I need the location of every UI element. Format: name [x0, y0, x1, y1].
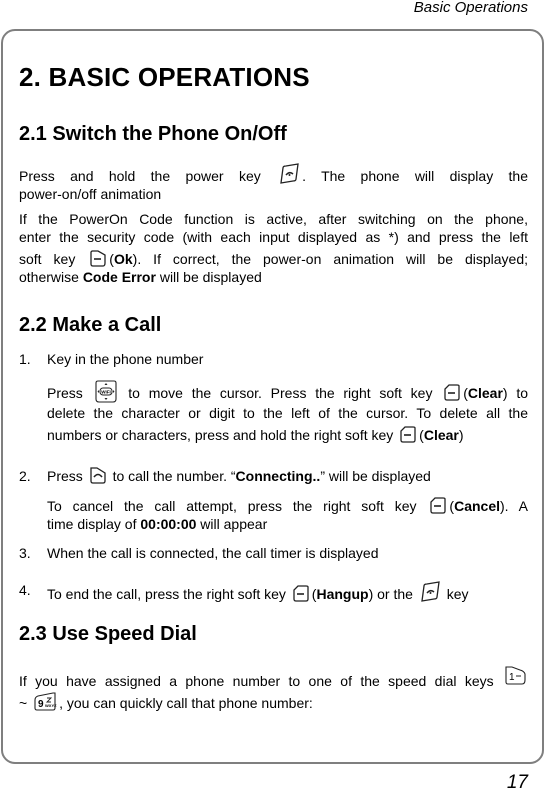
send-call-key-icon	[89, 467, 107, 485]
section-heading-2-2: 2.2 Make a Call	[19, 314, 162, 336]
section-2-1-paragraph-1: Press and hold the power key . The phone…	[19, 163, 528, 203]
text-line: If you have assigned a phone number to o…	[19, 666, 528, 690]
svg-text:1: 1	[509, 672, 515, 683]
right-soft-key-icon	[399, 426, 417, 444]
text-line: soft key (Ok). If correct, the power-on …	[19, 250, 528, 268]
left-soft-key-icon	[89, 250, 107, 268]
text-line: otherwise Code Error will be displayed	[19, 269, 262, 285]
step-text: When the call is connected, the call tim…	[47, 545, 379, 561]
right-soft-key-icon	[429, 497, 447, 515]
text-line: time display of 00:00:00 will appear	[47, 516, 268, 532]
right-soft-key-icon	[443, 384, 461, 402]
text-line: Press WIFI to move the cursor. Press the…	[47, 380, 528, 404]
section-heading-2-1: 2.1 Switch the Phone On/Off	[19, 123, 287, 145]
svg-text:9: 9	[38, 699, 44, 710]
key-1-icon: 1	[504, 666, 526, 686]
step-text: To end the call, press the right soft ke…	[47, 581, 528, 603]
section-2-3-paragraph: If you have assigned a phone number to o…	[19, 666, 528, 712]
section-heading-2-3: 2.3 Use Speed Dial	[19, 623, 197, 645]
page-number: 17	[506, 772, 528, 793]
right-soft-key-icon	[292, 585, 310, 603]
chapter-title: 2. BASIC OPERATIONS	[19, 62, 310, 92]
text-line: delete the character or digit to the lef…	[47, 405, 528, 421]
svg-text:WIFI: WIFI	[101, 390, 111, 395]
running-head: Basic Operations	[413, 0, 528, 16]
text-line: To cancel the call attempt, press the ri…	[47, 497, 528, 515]
step-number: 3.	[19, 545, 31, 561]
step-number: 2.	[19, 468, 31, 484]
section-2-1-paragraph-2: If the PowerOn Code function is active, …	[19, 210, 528, 286]
power-end-key-icon	[419, 581, 441, 603]
step-text: Key in the phone number	[47, 351, 204, 367]
step-number: 4.	[19, 582, 31, 598]
step-text: Press to call the number. “Connecting..”…	[47, 467, 431, 485]
text-line: power-on/off animation	[19, 186, 162, 202]
step-1-detail: Press WIFI to move the cursor. Press the…	[47, 380, 528, 444]
text-line: Press and hold the power key . The phone…	[19, 163, 528, 185]
text-line: ~ 9 WXYZ , you can quickly call that phon…	[19, 692, 528, 712]
text-line: If the PowerOn Code function is active, …	[19, 211, 528, 227]
navigation-wifi-key-icon: WIFI	[94, 380, 118, 404]
key-9-wxyz-icon: 9 WXYZ	[33, 692, 57, 712]
text-line: numbers or characters, press and hold th…	[47, 426, 464, 444]
step-number: 1.	[19, 351, 31, 367]
svg-text:WXYZ: WXYZ	[45, 703, 57, 708]
power-end-key-icon	[278, 163, 300, 185]
step-2-detail: To cancel the call attempt, press the ri…	[47, 497, 528, 533]
text-line: enter the security code (with each input…	[19, 229, 528, 245]
